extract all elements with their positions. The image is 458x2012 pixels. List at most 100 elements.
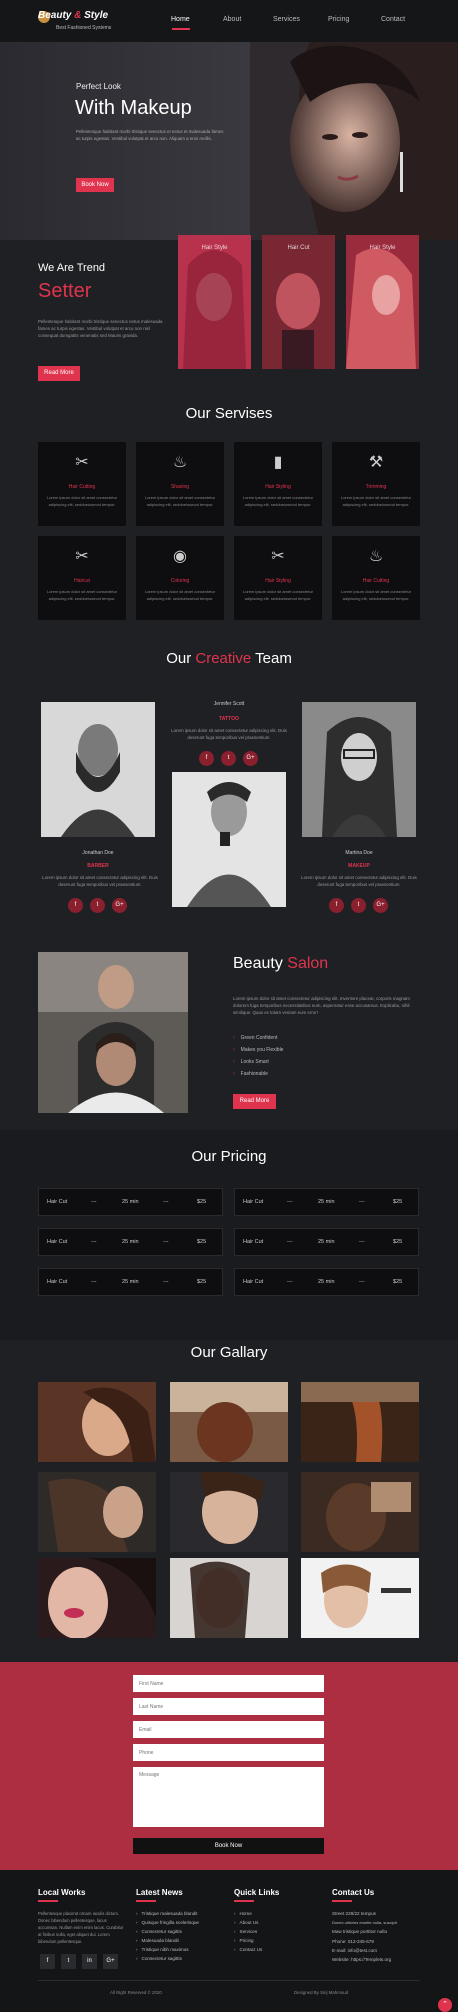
salon-photo xyxy=(38,952,188,1113)
gallery-image-4[interactable] xyxy=(38,1472,156,1552)
member-role: BARBER xyxy=(87,863,109,869)
hero-book-button[interactable]: Book Now xyxy=(76,178,114,192)
salon-list-item: › Makes you Flexible xyxy=(233,1047,284,1053)
twitter-icon[interactable]: t xyxy=(221,751,236,766)
price-row: Hair Cut --- 25 min --- $25 xyxy=(38,1268,223,1296)
twitter-icon[interactable]: t xyxy=(61,1954,76,1969)
service-card-5[interactable]: ✂ Haircut Lorem ipsum dolor sit amet conse… xyxy=(38,536,126,620)
price-row: Hair Cut --- 25 min --- $25 xyxy=(38,1188,223,1216)
footer-quick-link[interactable]: › Home xyxy=(234,1911,252,1916)
chevron-right-icon: › xyxy=(136,1938,138,1943)
footer-news-link[interactable]: › Consectetur sagittis xyxy=(136,1929,182,1934)
footer-news-link[interactable]: › Malesuada blandit xyxy=(136,1938,179,1943)
email-field[interactable] xyxy=(133,1721,324,1738)
chevron-right-icon: › xyxy=(234,1929,236,1934)
member-name: Martina Doe xyxy=(345,850,373,856)
footer-news-link[interactable]: › Quisque fringilla scelerisque xyxy=(136,1920,199,1925)
trend-card-3[interactable]: Hair Style xyxy=(346,235,419,369)
footer-address: Maw tristique porttitor nulla xyxy=(332,1929,387,1934)
google-plus-icon[interactable]: G+ xyxy=(373,898,388,913)
service-text: Lorem ipsum dolor sit amet consectetur a… xyxy=(242,589,314,601)
page: Beauty & Style Best Fashioned Systems Ho… xyxy=(0,0,458,2012)
twitter-icon[interactable]: t xyxy=(90,898,105,913)
message-field[interactable] xyxy=(133,1767,324,1827)
service-card-1[interactable]: ✂ Hair Cutting Lorem ipsum dolor sit amet … xyxy=(38,442,126,526)
service-title: Hair Cutting xyxy=(362,578,390,584)
brand-logo[interactable]: Beauty & Style xyxy=(38,10,108,21)
chevron-right-icon: › xyxy=(234,1947,236,1952)
service-text: Lorem ipsum dolor sit amet consectetur a… xyxy=(340,495,412,507)
trend-card-label-3: Hair Style xyxy=(369,245,396,251)
footer-email[interactable]: E-mail: info@test.com xyxy=(332,1948,377,1953)
footer-quick-link[interactable]: › Pricing xyxy=(234,1938,254,1943)
service-card-6[interactable]: ◉ Coloring Lorem ipsum dolor sit amet cons… xyxy=(136,536,224,620)
gallery-image-7[interactable] xyxy=(38,1558,156,1638)
google-plus-icon[interactable]: G+ xyxy=(112,898,127,913)
footer-news-link[interactable]: › Tristique nibh maximus xyxy=(136,1947,189,1952)
nav-home[interactable]: Home xyxy=(171,16,190,23)
phone-field[interactable] xyxy=(133,1744,324,1761)
service-text: Lorem ipsum dolor sit amet consectetur a… xyxy=(46,589,118,601)
linkedin-icon[interactable]: in xyxy=(82,1954,97,1969)
trend-card-2[interactable]: Hair Cut xyxy=(262,235,335,369)
nav-pricing[interactable]: Pricing xyxy=(328,16,349,23)
google-plus-icon[interactable]: G+ xyxy=(243,751,258,766)
gallery-image-3[interactable] xyxy=(301,1382,419,1462)
scroll-to-top-button[interactable]: ⌃ xyxy=(438,1998,452,2012)
facebook-icon[interactable]: f xyxy=(329,898,344,913)
service-title: Trimming xyxy=(365,484,387,490)
footer-quick-link[interactable]: › About Us xyxy=(234,1920,258,1925)
footer-news-link[interactable]: › Tristique malesuada blandit xyxy=(136,1911,198,1916)
trend-card-label-1: Hair Style xyxy=(201,245,228,251)
nav-contact[interactable]: Contact xyxy=(381,16,405,23)
service-text: Lorem ipsum dolor sit amet consectetur a… xyxy=(242,495,314,507)
footer-heading-underline xyxy=(234,1900,254,1902)
footer-news-link[interactable]: › Consectetur sagittis xyxy=(136,1956,182,1961)
chevron-right-icon: › xyxy=(234,1920,236,1925)
last-name-field[interactable] xyxy=(133,1698,324,1715)
footer-website[interactable]: Website: https://Templets.org xyxy=(332,1957,391,1962)
gallery-image-9[interactable] xyxy=(301,1558,419,1638)
footer-quick-link[interactable]: › Services xyxy=(234,1929,257,1934)
chevron-right-icon: › xyxy=(136,1956,138,1961)
service-card-2[interactable]: ♨ Shaving Lorem ipsum dolor sit amet conse… xyxy=(136,442,224,526)
comb-scissors-icon: ✂ xyxy=(75,454,89,471)
trend-card-1[interactable]: Hair Style xyxy=(178,235,251,369)
facebook-icon[interactable]: f xyxy=(199,751,214,766)
salon-text: Lorem ipsum dolor sit amet consectetur a… xyxy=(233,996,410,1015)
facebook-icon[interactable]: f xyxy=(40,1954,55,1969)
gallery-image-2[interactable] xyxy=(170,1382,288,1462)
team-photo-tattoo xyxy=(172,772,286,907)
gallery-image-5[interactable] xyxy=(170,1472,288,1552)
gallery-title: Our Gallary xyxy=(190,1344,268,1361)
footer-quick-link[interactable]: › Contact Us xyxy=(234,1947,262,1952)
salon-read-more-button[interactable]: Read More xyxy=(233,1094,276,1109)
trend-read-more-button[interactable]: Read More xyxy=(38,366,80,381)
service-card-8[interactable]: ♨ Hair Cutting Lorem ipsum dolor sit amet … xyxy=(332,536,420,620)
service-card-7[interactable]: ✂ Hair Styling Lorem ipsum dolor sit amet … xyxy=(234,536,322,620)
hero-subtitle: Perfect Look xyxy=(76,82,121,91)
google-plus-icon[interactable]: G+ xyxy=(103,1954,118,1969)
first-name-field[interactable] xyxy=(133,1675,324,1692)
gallery-image-8[interactable] xyxy=(170,1558,288,1638)
team-title: Our Creative Team xyxy=(166,650,292,667)
salon-list-item: › Green Confident xyxy=(233,1035,278,1041)
hair-dryer-icon: ♨ xyxy=(172,454,188,471)
salon-title: Beauty Salon xyxy=(233,955,329,972)
price-row: Hair Cut --- 25 min --- $25 xyxy=(38,1228,223,1256)
twitter-icon[interactable]: t xyxy=(351,898,366,913)
facebook-icon[interactable]: f xyxy=(68,898,83,913)
book-now-button[interactable]: Book Now xyxy=(133,1838,324,1854)
nav-about[interactable]: About xyxy=(223,16,241,23)
trend-title: Setter xyxy=(38,280,92,302)
service-card-3[interactable]: ▮ Hair Styling Lorem ipsum dolor sit amet … xyxy=(234,442,322,526)
service-title: Shaving xyxy=(170,484,190,490)
gallery-image-6[interactable] xyxy=(301,1472,419,1552)
gallery-image-1[interactable] xyxy=(38,1382,156,1462)
service-card-4[interactable]: ⚒ Trimming Lorem ipsum dolor sit amet cons… xyxy=(332,442,420,526)
nav-active-indicator xyxy=(172,28,190,30)
nav-services[interactable]: Services xyxy=(273,16,300,23)
pricing-title: Our Pricing xyxy=(191,1148,267,1165)
hero-title: With Makeup xyxy=(75,97,192,119)
service-title: Coloring xyxy=(170,578,190,584)
